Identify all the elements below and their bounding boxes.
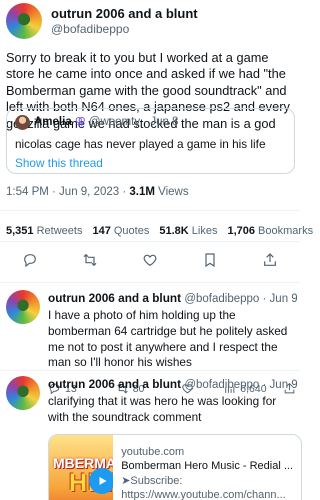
tweet-stats: 5,351 Retweets 147 Quotes 51.8K Likes 1,… [6, 225, 313, 237]
likes-label: Likes [191, 225, 218, 237]
avatar[interactable] [6, 3, 42, 39]
card-description-line1: ➤Subscribe: [121, 474, 183, 487]
display-name[interactable]: outrun 2006 and a blunt [51, 6, 198, 22]
show-thread-link[interactable]: Show this thread [15, 155, 286, 171]
card-title: Bomberman Hero Music - Redial ... [121, 460, 293, 473]
display-name[interactable]: outrun 2006 and a blunt [48, 291, 181, 305]
youtube-link-card[interactable]: MBERMAN HERO youtube.com Bomberman Hero … [48, 433, 302, 500]
likes-stat[interactable]: 51.8K Likes [159, 225, 217, 237]
quotes-stat[interactable]: 147 Quotes [92, 225, 149, 237]
likes-count: 51.8K [159, 225, 189, 237]
quote-badge-icon: ⚢ [74, 116, 86, 128]
retweets-count: 5,351 [6, 225, 34, 237]
divider [0, 370, 300, 371]
reply-text: clarifying that it was hero he was looki… [48, 394, 277, 424]
bookmarks-count: 1,706 [227, 225, 255, 237]
quotes-count: 147 [92, 225, 111, 237]
tweet-header: outrun 2006 and a blunt @bofadibeppo [6, 3, 198, 39]
quotes-label: Quotes [113, 225, 150, 237]
play-icon[interactable] [89, 467, 114, 494]
timestamp[interactable]: 1:54 PM · Jun 9, 2023 · [6, 186, 129, 198]
tweet-actions [0, 248, 300, 276]
views-label: Views [154, 186, 189, 198]
views-count: 3.1M [129, 186, 155, 198]
quote-sep: · [140, 116, 151, 128]
handle-date[interactable]: @bofadibeppo · Jun 9 [184, 379, 297, 391]
divider [0, 241, 300, 242]
bookmark-icon [205, 252, 215, 267]
display-name[interactable]: outrun 2006 and a blunt [48, 377, 181, 391]
video-thumbnail[interactable]: MBERMAN HERO [49, 434, 114, 500]
share-button[interactable] [262, 252, 278, 273]
handle-date[interactable]: @bofadibeppo · Jun 9 [184, 293, 297, 305]
share-icon [264, 252, 276, 266]
quoted-tweet[interactable]: Amelia ⚢ @woomty · Jun 8 nicolas cage ha… [6, 108, 295, 174]
retweet-button[interactable] [82, 252, 98, 273]
retweets-stat[interactable]: 5,351 Retweets [6, 225, 82, 237]
quote-handle: @woomty [88, 116, 141, 128]
reply-icon [24, 253, 36, 267]
tweet-meta: 1:54 PM · Jun 9, 2023 · 3.1M Views [6, 186, 189, 198]
bookmark-button[interactable] [202, 252, 218, 273]
bookmarks-stat[interactable]: 1,706 Bookmarks [227, 225, 313, 237]
quote-text: nicolas cage has never played a game in … [15, 137, 266, 151]
card-description-line2: https://www.youtube.com/chann... [121, 489, 286, 500]
quote-date: Jun 8 [150, 116, 179, 128]
heart-icon [143, 254, 157, 266]
retweets-label: Retweets [36, 225, 83, 237]
quote-avatar [15, 115, 30, 130]
card-domain: youtube.com [121, 445, 185, 458]
reply-button[interactable] [22, 252, 38, 273]
divider [0, 282, 300, 283]
retweet-icon [83, 253, 97, 266]
avatar[interactable] [6, 376, 40, 410]
bookmarks-label: Bookmarks [258, 225, 314, 237]
reply-text: I have a photo of him holding up the bom… [48, 308, 288, 370]
quote-name: Amelia [34, 116, 72, 128]
divider [0, 210, 300, 211]
reply-tweet[interactable]: outrun 2006 and a blunt @bofadibeppo · J… [6, 376, 302, 500]
avatar[interactable] [6, 290, 40, 324]
handle[interactable]: @bofadibeppo [51, 22, 198, 37]
like-button[interactable] [142, 252, 158, 273]
